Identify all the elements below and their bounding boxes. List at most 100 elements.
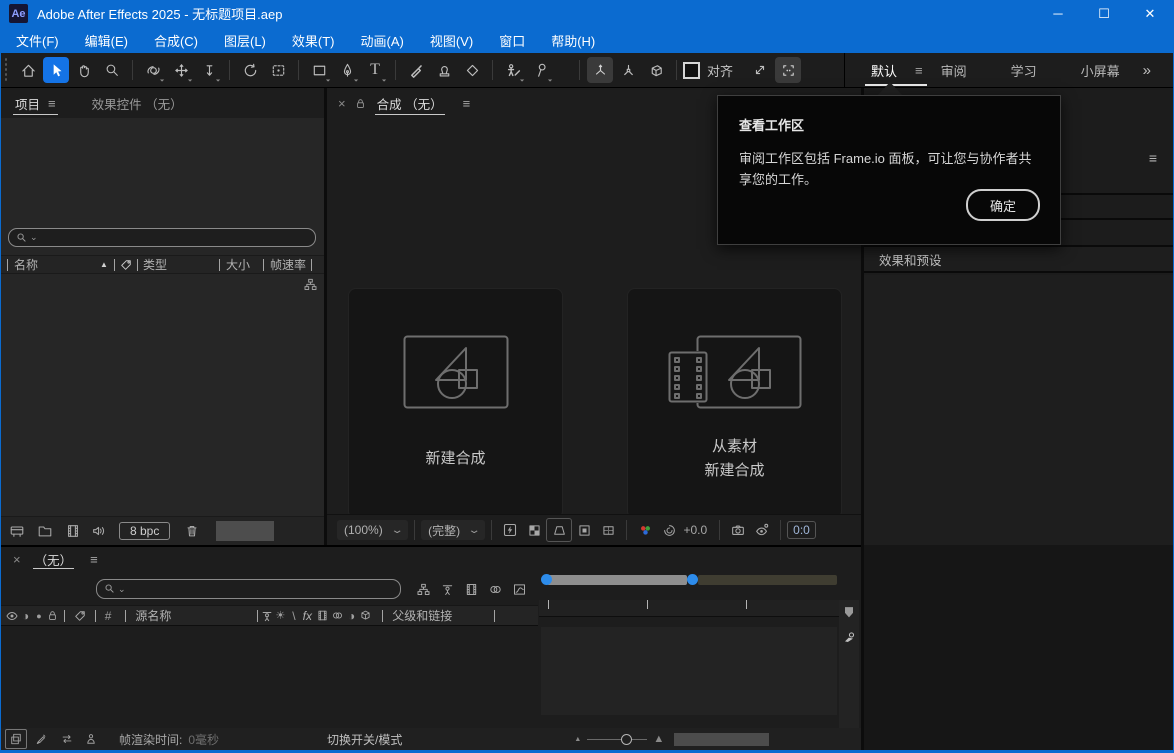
menu-window[interactable]: 窗口 bbox=[486, 27, 538, 53]
region-of-interest-icon[interactable] bbox=[572, 519, 596, 541]
mask-visibility-icon[interactable] bbox=[546, 518, 572, 542]
new-folder-icon[interactable] bbox=[33, 520, 57, 542]
project-panel-menu-icon[interactable]: ≡ bbox=[48, 96, 56, 111]
shape-tool[interactable] bbox=[306, 57, 332, 83]
transparency-grid-icon[interactable] bbox=[522, 519, 546, 541]
time-ruler[interactable] bbox=[539, 600, 839, 617]
orbit-camera-tool[interactable] bbox=[140, 57, 166, 83]
motion-blur-switch-icon[interactable] bbox=[329, 605, 346, 627]
sort-ascending-icon[interactable]: ▲ bbox=[100, 260, 108, 269]
camera-roi-tool[interactable] bbox=[265, 57, 291, 83]
column-layer-number[interactable]: # bbox=[105, 609, 112, 623]
show-snapshot-icon[interactable] bbox=[750, 519, 774, 541]
comp-marker-bin-icon[interactable] bbox=[841, 628, 859, 644]
workspace-overflow-icon[interactable]: » bbox=[1143, 62, 1151, 79]
interpret-footage-icon[interactable] bbox=[5, 520, 29, 542]
frame-blend-icon[interactable] bbox=[459, 578, 483, 600]
clone-stamp-tool[interactable] bbox=[431, 57, 457, 83]
rotation-tool[interactable] bbox=[237, 57, 263, 83]
quality-icon[interactable]: \ bbox=[292, 609, 295, 623]
project-footer-scrollbar[interactable] bbox=[216, 521, 274, 541]
timeline-tab-close-icon[interactable]: × bbox=[13, 552, 21, 567]
shy-person-icon[interactable] bbox=[81, 730, 101, 748]
exposure-value[interactable]: +0.0 bbox=[683, 523, 707, 537]
exposure-reset-icon[interactable] bbox=[657, 519, 681, 541]
snap-checkbox[interactable] bbox=[683, 62, 700, 79]
workspace-tab-learn[interactable]: 学习 bbox=[1007, 53, 1041, 88]
eraser-tool[interactable] bbox=[459, 57, 485, 83]
text-tool[interactable]: T bbox=[362, 57, 388, 83]
workspace-tab-review[interactable]: 审阅 bbox=[937, 53, 971, 88]
new-composition-card[interactable]: 新建合成 bbox=[348, 288, 563, 519]
3d-layer-icon[interactable] bbox=[357, 605, 374, 627]
effects-presets-panel-header[interactable]: 效果和预设 bbox=[864, 247, 1174, 273]
menu-layer[interactable]: 图层(L) bbox=[211, 27, 279, 53]
zoom-out-mountain-icon[interactable]: ▲ bbox=[574, 736, 581, 743]
column-name[interactable]: 名称 bbox=[14, 256, 38, 273]
preview-time-display[interactable]: 0:0 bbox=[787, 521, 816, 539]
timeline-h-scrollbar[interactable] bbox=[674, 733, 769, 746]
home-tool[interactable] bbox=[15, 57, 41, 83]
timeline-search-input[interactable]: ⌄ bbox=[96, 579, 401, 599]
snapshot-camera-icon[interactable] bbox=[726, 519, 750, 541]
menu-view[interactable]: 视图(V) bbox=[417, 27, 486, 53]
pen-tool[interactable] bbox=[334, 57, 360, 83]
label-color-tag-icon[interactable] bbox=[71, 605, 89, 627]
tooltip-ok-button[interactable]: 确定 bbox=[966, 189, 1040, 221]
timeline-zoom-slider-handle[interactable] bbox=[621, 734, 632, 745]
composition-flowchart-icon[interactable] bbox=[411, 578, 435, 600]
live-update-icon[interactable] bbox=[5, 729, 27, 749]
maximize-button[interactable]: ☐ bbox=[1081, 0, 1127, 27]
snap-label[interactable]: 对齐 bbox=[707, 61, 733, 80]
tab-composition[interactable]: 合成 （无） bbox=[371, 88, 449, 118]
composition-tab-close-icon[interactable]: × bbox=[338, 96, 346, 111]
dolly-camera-tool[interactable] bbox=[196, 57, 222, 83]
lock-icon[interactable] bbox=[44, 605, 61, 627]
shy-switch-icon[interactable] bbox=[258, 605, 275, 627]
local-axis-mode[interactable] bbox=[587, 57, 613, 83]
navigator-end-handle[interactable] bbox=[687, 574, 698, 585]
composition-panel-menu-icon[interactable]: ≡ bbox=[463, 96, 471, 111]
snap-grid-toggle[interactable] bbox=[775, 57, 801, 83]
timeline-zoom-slider-track[interactable] bbox=[587, 739, 647, 740]
tab-effect-controls[interactable]: 效果控件 （无） bbox=[86, 88, 189, 118]
new-composition-icon[interactable] bbox=[61, 520, 85, 542]
magnification-dropdown[interactable]: (100%) ⌄ bbox=[337, 520, 408, 540]
menu-animation[interactable]: 动画(A) bbox=[348, 27, 417, 53]
proxy-icon[interactable] bbox=[87, 520, 111, 542]
selection-tool[interactable] bbox=[43, 57, 69, 83]
new-composition-from-footage-card[interactable]: 从素材 新建合成 bbox=[627, 288, 842, 519]
motion-blur-icon[interactable] bbox=[483, 578, 507, 600]
zoom-tool[interactable] bbox=[99, 57, 125, 83]
composition-lock-icon[interactable] bbox=[354, 97, 367, 110]
collapsed-panel-menu-icon[interactable]: ≡ bbox=[1149, 150, 1157, 166]
roto-brush-tool[interactable] bbox=[500, 57, 526, 83]
channel-rgb-icon[interactable] bbox=[633, 519, 657, 541]
guides-grid-icon[interactable] bbox=[596, 519, 620, 541]
puppet-pin-tool[interactable] bbox=[528, 57, 554, 83]
menu-help[interactable]: 帮助(H) bbox=[538, 27, 608, 53]
video-visibility-icon[interactable] bbox=[3, 605, 20, 627]
close-button[interactable]: ✕ bbox=[1127, 0, 1173, 27]
menu-effect[interactable]: 效果(T) bbox=[279, 27, 348, 53]
column-size[interactable]: 大小 bbox=[226, 256, 250, 273]
adjustment-layer-icon[interactable]: ◑ bbox=[348, 609, 355, 623]
resolution-dropdown[interactable]: (完整) ⌄ bbox=[421, 520, 485, 540]
toolbar-grip[interactable] bbox=[4, 57, 9, 83]
effects-fx-icon[interactable]: fx bbox=[303, 609, 312, 623]
world-axis-mode[interactable] bbox=[615, 57, 641, 83]
label-column-tag-icon[interactable] bbox=[119, 258, 133, 272]
column-parent-link[interactable]: 父级和链接 bbox=[392, 607, 452, 624]
fast-preview-icon[interactable] bbox=[498, 519, 522, 541]
minimize-button[interactable]: ─ bbox=[1035, 0, 1081, 27]
timeline-track-area[interactable] bbox=[541, 627, 837, 715]
pan-camera-tool[interactable] bbox=[168, 57, 194, 83]
tab-project[interactable]: 项目 ≡ bbox=[9, 88, 62, 118]
workspace-menu-icon[interactable]: ≡ bbox=[915, 63, 923, 78]
collapse-transforms-icon[interactable]: ☀ bbox=[275, 609, 285, 622]
menu-composition[interactable]: 合成(C) bbox=[141, 27, 211, 53]
expand-tool[interactable] bbox=[747, 57, 773, 83]
brush-tool[interactable] bbox=[403, 57, 429, 83]
tab-timeline-none[interactable]: （无） bbox=[29, 547, 79, 572]
hand-tool[interactable] bbox=[71, 57, 97, 83]
